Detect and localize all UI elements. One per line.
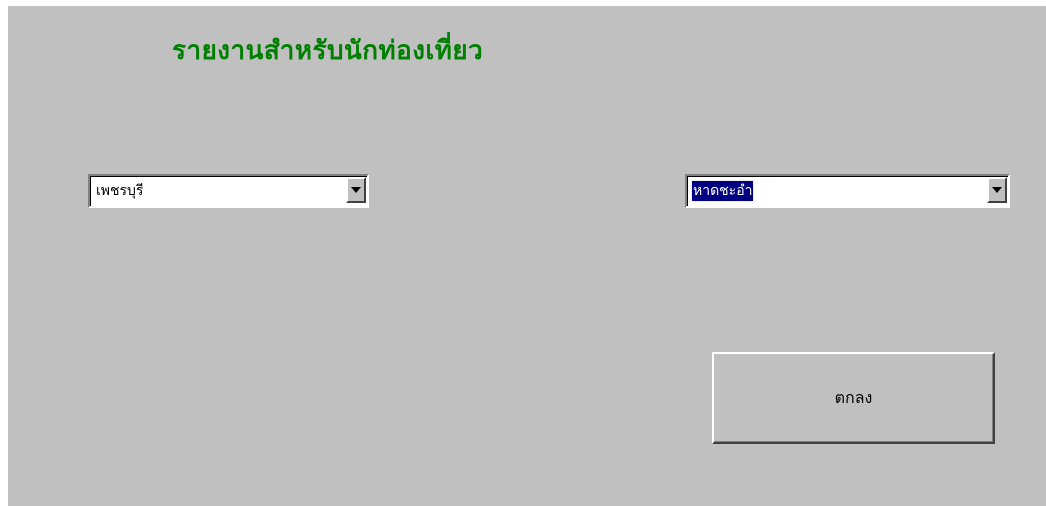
ok-button[interactable]: ตกลง — [712, 352, 995, 444]
place-combobox-value[interactable]: หาดชะอำ — [690, 180, 755, 202]
place-combobox[interactable]: หาดชะอำ — [685, 174, 1010, 208]
form-title: รายงานสำหรับนักท่องเที่ยว — [172, 36, 484, 66]
ok-button-label: ตกลง — [834, 387, 873, 407]
province-dropdown-button[interactable] — [346, 177, 366, 203]
chevron-down-icon — [351, 187, 361, 193]
chevron-down-icon — [992, 187, 1002, 193]
province-combobox-value[interactable]: เพชรบุรี — [95, 181, 144, 201]
province-combobox[interactable]: เพชรบุรี — [88, 174, 369, 208]
place-dropdown-button[interactable] — [987, 177, 1007, 203]
report-form: รายงานสำหรับนักท่องเที่ยว เพชรบุรี หาดชะ… — [8, 6, 1046, 506]
